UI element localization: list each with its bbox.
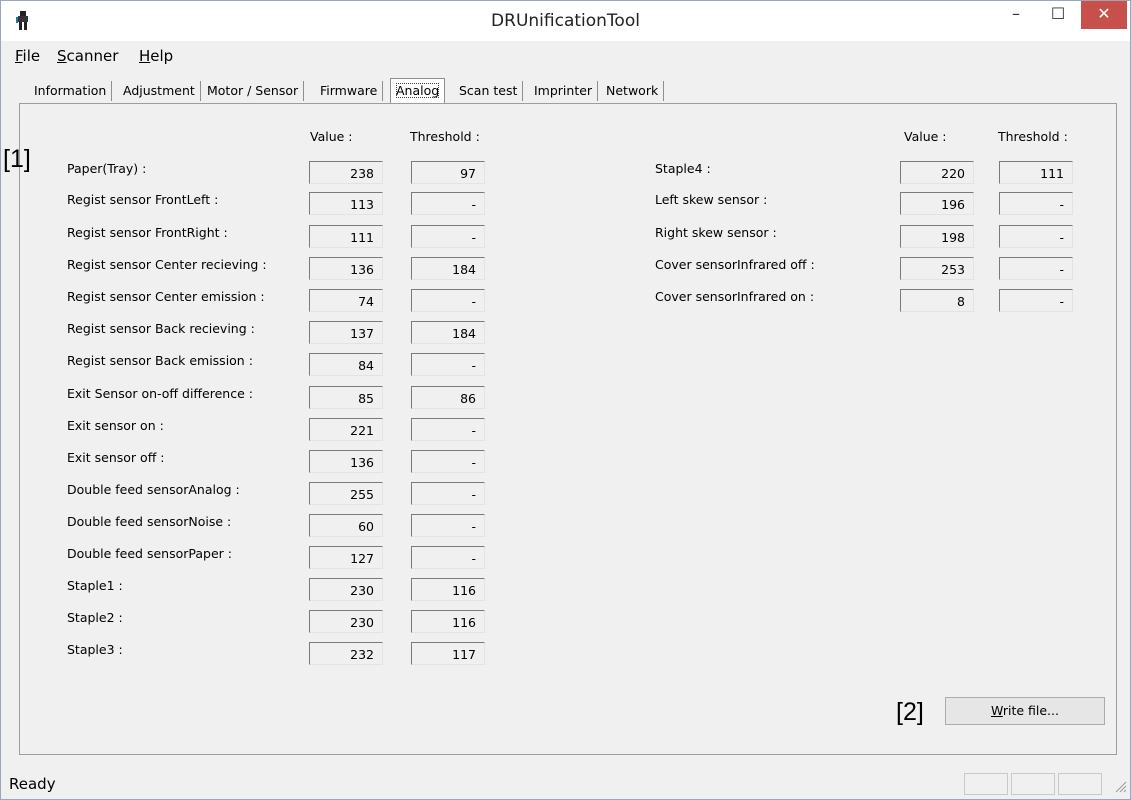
threshold-field: - [411,546,485,569]
window-title: DRUnificationTool [491,11,640,31]
callout-marker-2: [2] [896,698,924,726]
tab-network[interactable]: Network [601,81,665,101]
value-field: 253 [900,257,974,280]
threshold-field: - [411,289,485,312]
threshold-field: - [411,225,485,248]
status-pane [1011,773,1055,795]
menu-help[interactable]: Help [139,47,173,65]
title-bar: DRUnificationTool – ☐ ✕ [1,1,1130,41]
row-label: Regist sensor Center emission : [67,289,265,304]
value-field: 255 [309,482,383,505]
menu-scanner[interactable]: Scanner [57,47,118,65]
tab-information[interactable]: Information [29,81,113,101]
write-file-button[interactable]: Write file... [945,697,1105,725]
row-label: Regist sensor Back emission : [67,353,253,368]
value-header-right: Value : [904,129,947,144]
row-label: Exit sensor off : [67,450,165,465]
value-field: 232 [309,642,383,665]
row-label: Left skew sensor : [655,192,768,207]
threshold-header-right: Threshold : [998,129,1068,144]
row-label: Double feed sensorAnalog : [67,482,240,497]
threshold-field: - [999,225,1073,248]
value-field: 136 [309,257,383,280]
value-field: 238 [309,161,383,184]
threshold-field: - [999,289,1073,312]
tab-bar: Information Adjustment Motor / Sensor Fi… [21,78,681,103]
value-header-left: Value : [310,129,353,144]
status-pane [1058,773,1102,795]
callout-marker-1: [1] [3,145,31,173]
row-label: Double feed sensorNoise : [67,514,232,529]
row-label: Staple4 : [655,161,711,176]
status-pane [964,773,1008,795]
threshold-field: - [999,192,1073,215]
threshold-field: 184 [411,321,485,344]
menu-bar: File Scanner Help [15,45,1115,67]
value-field: 85 [309,386,383,409]
value-field: 230 [309,578,383,601]
value-field: 60 [309,514,383,537]
threshold-field: - [411,482,485,505]
threshold-field: - [411,514,485,537]
tab-firmware[interactable]: Firmware [315,81,384,101]
threshold-field: - [411,192,485,215]
row-label: Exit sensor on : [67,418,164,433]
status-text: Ready [9,775,56,793]
value-field: 74 [309,289,383,312]
row-label: Staple3 : [67,642,123,657]
row-label: Regist sensor Back recieving : [67,321,255,336]
row-label: Cover sensorInfrared off : [655,257,815,272]
row-label: Exit Sensor on-off difference : [67,386,253,401]
maximize-button[interactable]: ☐ [1037,1,1079,29]
threshold-field: 116 [411,610,485,633]
value-field: 198 [900,225,974,248]
close-button[interactable]: ✕ [1081,1,1127,29]
threshold-field: - [999,257,1073,280]
row-label: Regist sensor FrontRight : [67,225,228,240]
threshold-field: - [411,450,485,473]
app-window: DRUnificationTool – ☐ ✕ File Scanner Hel… [0,0,1131,800]
menu-file[interactable]: File [15,47,40,65]
value-field: 230 [309,610,383,633]
value-field: 136 [309,450,383,473]
value-field: 196 [900,192,974,215]
value-field: 113 [309,192,383,215]
status-bar: Ready [1,769,1130,799]
row-label: Right skew sensor : [655,225,777,240]
row-label: Cover sensorInfrared on : [655,289,815,304]
row-label: Staple2 : [67,610,123,625]
value-field: 137 [309,321,383,344]
threshold-header-left: Threshold : [410,129,480,144]
row-label: Staple1 : [67,578,123,593]
threshold-field: - [411,418,485,441]
row-label: Regist sensor FrontLeft : [67,192,219,207]
threshold-field: 97 [411,161,485,184]
threshold-field: - [411,353,485,376]
minimize-button[interactable]: – [995,1,1037,29]
threshold-field: 111 [999,161,1073,184]
threshold-field: 117 [411,642,485,665]
tab-scan-test[interactable]: Scan test [454,81,524,101]
value-field: 127 [309,546,383,569]
tab-imprinter[interactable]: Imprinter [529,81,599,101]
row-label: Paper(Tray) : [67,161,147,176]
threshold-field: 184 [411,257,485,280]
threshold-field: 86 [411,386,485,409]
tab-analog[interactable]: Analog [390,78,446,103]
value-field: 8 [900,289,974,312]
value-field: 84 [309,353,383,376]
resize-grip-icon[interactable] [1113,779,1127,793]
value-field: 111 [309,225,383,248]
value-field: 220 [900,161,974,184]
tab-adjustment[interactable]: Adjustment [118,81,201,101]
row-label: Regist sensor Center recieving : [67,257,267,272]
row-label: Double feed sensorPaper : [67,546,232,561]
threshold-field: 116 [411,578,485,601]
tab-motor-sensor[interactable]: Motor / Sensor [202,81,305,101]
value-field: 221 [309,418,383,441]
